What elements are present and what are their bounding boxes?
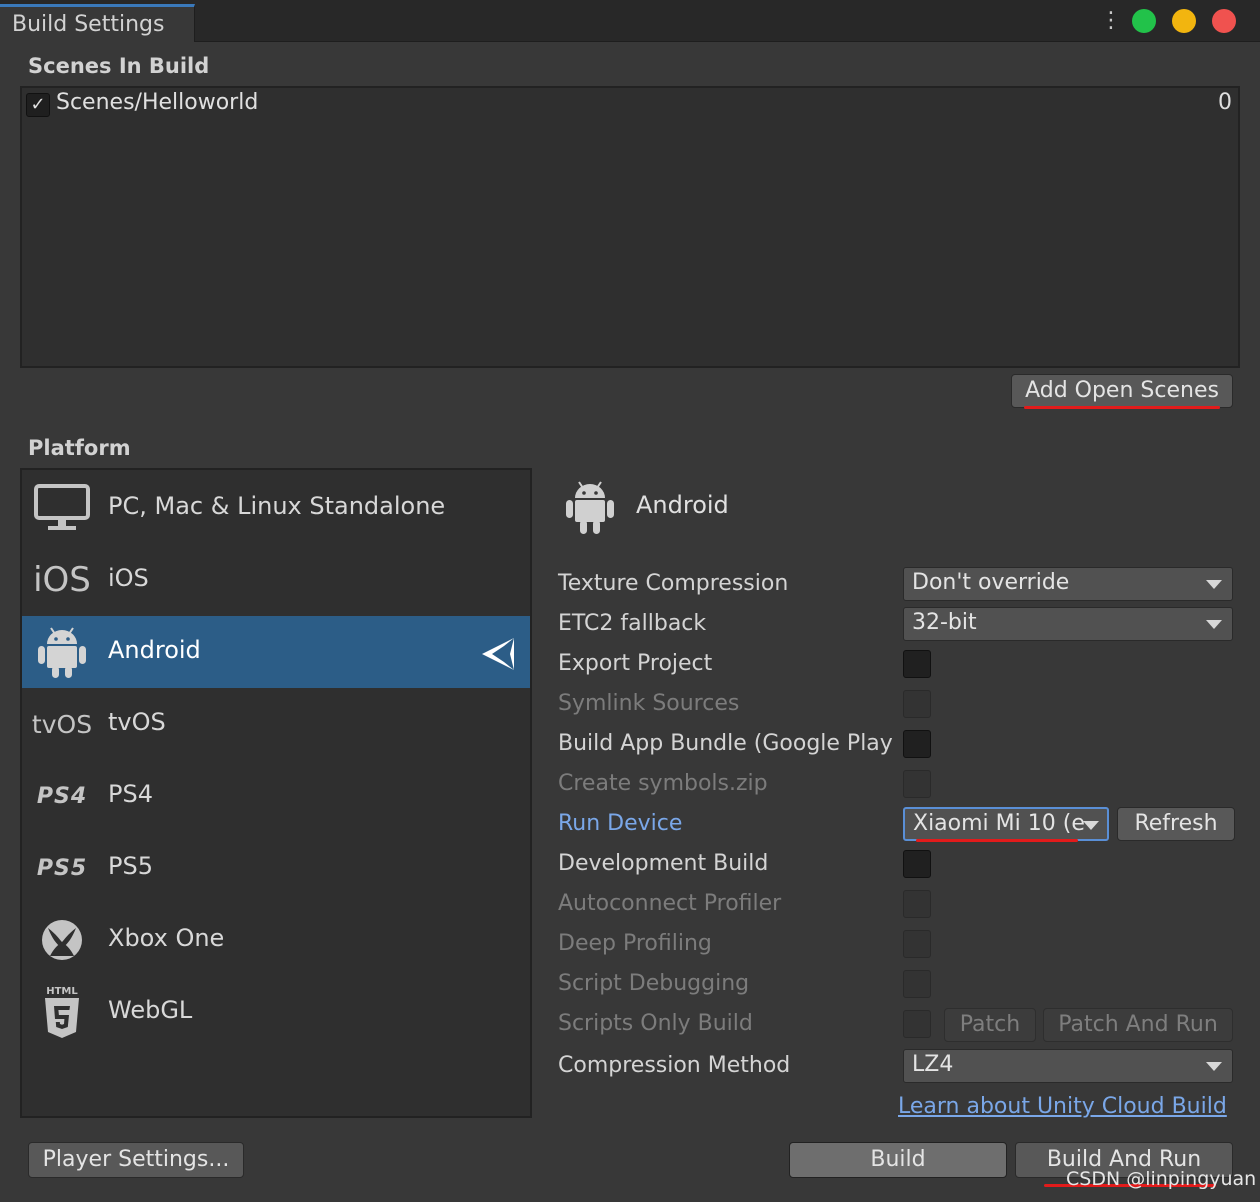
android-icon (32, 626, 92, 678)
scene-name: Scenes/Helloworld (56, 90, 259, 115)
android-header-icon (565, 478, 615, 536)
xbox-icon (32, 914, 92, 966)
scenes-list[interactable]: ✓ Scenes/Helloworld 0 (20, 86, 1240, 368)
build-button[interactable]: Build (789, 1142, 1007, 1178)
watermark: CSDN @linpingyuan (1066, 1168, 1257, 1190)
patch-and-run-button[interactable]: Patch And Run (1043, 1008, 1233, 1042)
scenes-section-title: Scenes In Build (28, 54, 210, 78)
ios-icon: iOS (33, 560, 91, 600)
platform-label: Xbox One (108, 924, 225, 952)
chevron-down-icon (1206, 620, 1222, 629)
texture-compression-dropdown[interactable]: Don't override (903, 567, 1233, 601)
deep-profiling-label: Deep Profiling (558, 931, 712, 956)
run-device-label: Run Device (558, 811, 683, 836)
scene-checkbox[interactable]: ✓ (26, 93, 50, 117)
development-build-checkbox[interactable] (903, 850, 931, 878)
compression-method-value: LZ4 (912, 1052, 954, 1077)
development-build-label: Development Build (558, 851, 769, 876)
platform-label: iOS (108, 564, 149, 592)
annotation-underline (916, 839, 1078, 842)
platform-label: PC, Mac & Linux Standalone (108, 492, 446, 520)
platform-list[interactable]: PC, Mac & Linux Standalone iOS iOS Andro… (20, 468, 532, 1118)
compression-method-dropdown[interactable]: LZ4 (903, 1049, 1233, 1083)
scripts-only-build-label: Scripts Only Build (558, 1011, 753, 1036)
run-device-dropdown[interactable]: Xiaomi Mi 10 (e (903, 807, 1109, 841)
texture-compression-label: Texture Compression (558, 571, 789, 596)
chevron-down-icon (1083, 821, 1099, 830)
symlink-sources-checkbox[interactable] (903, 690, 931, 718)
patch-button[interactable]: Patch (944, 1008, 1036, 1042)
platform-item-tvos[interactable]: tvOS tvOS (22, 688, 530, 760)
scene-index: 0 (1218, 90, 1232, 115)
chevron-down-icon (1206, 1062, 1222, 1071)
refresh-button[interactable]: Refresh (1117, 807, 1235, 841)
create-symbols-label: Create symbols.zip (558, 771, 768, 796)
platform-item-ps4[interactable]: PS4 PS4 (22, 760, 530, 832)
cloud-build-link[interactable]: Learn about Unity Cloud Build (898, 1094, 1227, 1119)
ps5-icon: PS5 (36, 855, 88, 881)
script-debugging-checkbox[interactable] (903, 970, 931, 998)
tvos-icon: tvOS (31, 709, 93, 739)
platform-label: tvOS (108, 708, 166, 736)
create-symbols-checkbox[interactable] (903, 770, 931, 798)
platform-label: PS5 (108, 852, 153, 880)
run-device-value: Xiaomi Mi 10 (e (913, 811, 1085, 836)
platform-label: PS4 (108, 780, 153, 808)
export-project-checkbox[interactable] (903, 650, 931, 678)
minimize-button[interactable] (1172, 9, 1196, 33)
autoconnect-profiler-checkbox[interactable] (903, 890, 931, 918)
platform-item-webgl[interactable]: HTML WebGL (22, 976, 530, 1048)
annotation-underline (1024, 406, 1220, 409)
platform-label: Android (108, 636, 201, 664)
unity-logo-icon (478, 636, 518, 672)
platform-section-title: Platform (28, 436, 131, 460)
html5-icon-text: HTML (46, 986, 78, 997)
autoconnect-profiler-label: Autoconnect Profiler (558, 891, 782, 916)
compression-method-label: Compression Method (558, 1053, 791, 1078)
etc2-fallback-dropdown[interactable]: 32-bit (903, 607, 1233, 641)
player-settings-button[interactable]: Player Settings... (28, 1142, 244, 1178)
chevron-down-icon (1206, 580, 1222, 589)
platform-item-ps5[interactable]: PS5 PS5 (22, 832, 530, 904)
texture-compression-value: Don't override (912, 570, 1070, 595)
scripts-only-build-checkbox[interactable] (903, 1010, 931, 1038)
maximize-button[interactable] (1132, 9, 1156, 33)
platform-label: WebGL (108, 996, 193, 1024)
ps4-icon: PS4 (36, 783, 88, 809)
window-tab-title: Build Settings (12, 12, 165, 37)
platform-item-ios[interactable]: iOS iOS (22, 544, 530, 616)
platform-item-xbox[interactable]: Xbox One (22, 904, 530, 976)
android-header-title: Android (636, 491, 729, 519)
build-app-bundle-checkbox[interactable] (903, 730, 931, 758)
kebab-icon[interactable]: ⋮ (1100, 9, 1122, 33)
scene-row[interactable]: ✓ Scenes/Helloworld 0 (24, 90, 1238, 120)
export-project-label: Export Project (558, 651, 713, 676)
deep-profiling-checkbox[interactable] (903, 930, 931, 958)
script-debugging-label: Script Debugging (558, 971, 750, 996)
add-open-scenes-button[interactable]: Add Open Scenes (1011, 374, 1233, 408)
monitor-icon (32, 482, 92, 534)
html5-icon: HTML (32, 986, 92, 1038)
symlink-sources-label: Symlink Sources (558, 691, 740, 716)
close-button[interactable] (1212, 9, 1236, 33)
platform-item-android[interactable]: Android (22, 616, 530, 688)
build-app-bundle-label: Build App Bundle (Google Play (558, 731, 893, 756)
platform-item-standalone[interactable]: PC, Mac & Linux Standalone (22, 472, 530, 544)
etc2-fallback-value: 32-bit (912, 610, 977, 635)
etc2-fallback-label: ETC2 fallback (558, 611, 707, 636)
window-tab[interactable]: Build Settings (0, 4, 195, 42)
